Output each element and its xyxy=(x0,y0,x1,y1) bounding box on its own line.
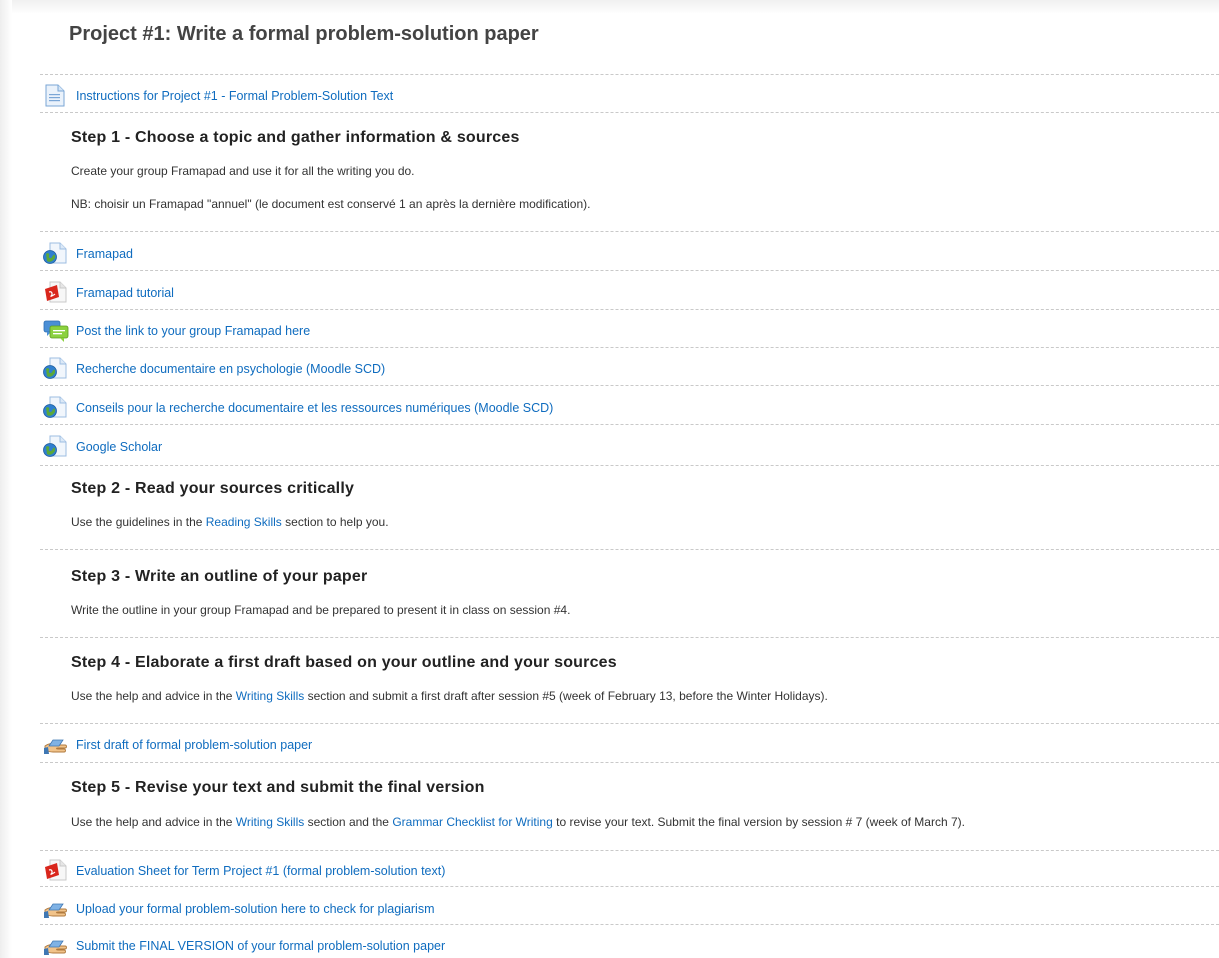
step3-text: Write the outline in your group Framapad… xyxy=(71,603,571,617)
step5-text: Use the help and advice in the Writing S… xyxy=(71,815,965,829)
activity-submit-final[interactable]: Submit the FINAL VERSION of your formal … xyxy=(43,934,445,958)
activity-link-framapad[interactable]: Framapad xyxy=(76,247,133,261)
activity-conseils-recherche[interactable]: Conseils pour la recherche documentaire … xyxy=(43,396,553,420)
divider xyxy=(40,112,1219,113)
divider xyxy=(40,385,1219,386)
writing-skills-link[interactable]: Writing Skills xyxy=(236,689,304,703)
activity-link-submit-final[interactable]: Submit the FINAL VERSION of your formal … xyxy=(76,939,445,953)
activity-post-link-forum[interactable]: Post the link to your group Framapad her… xyxy=(43,319,310,343)
divider xyxy=(40,549,1219,550)
step1-text-2: NB: choisir un Framapad "annuel" (le doc… xyxy=(71,197,591,211)
forum-icon xyxy=(43,319,69,343)
top-shadow xyxy=(0,0,1219,14)
divider xyxy=(40,637,1219,638)
step2-text: Use the guidelines in the Reading Skills… xyxy=(71,515,389,529)
divider xyxy=(40,924,1219,925)
activity-link-evaluation-sheet[interactable]: Evaluation Sheet for Term Project #1 (fo… xyxy=(76,864,445,878)
divider xyxy=(40,270,1219,271)
divider xyxy=(40,886,1219,887)
step4-heading: Step 4 - Elaborate a first draft based o… xyxy=(71,654,617,671)
assignment-icon xyxy=(43,934,69,958)
activity-link-conseils-recherche[interactable]: Conseils pour la recherche documentaire … xyxy=(76,401,553,415)
activity-first-draft[interactable]: First draft of formal problem-solution p… xyxy=(43,733,312,757)
divider xyxy=(40,309,1219,310)
divider xyxy=(40,424,1219,425)
step2-heading: Step 2 - Read your sources critically xyxy=(71,480,355,497)
activity-link-first-draft[interactable]: First draft of formal problem-solution p… xyxy=(76,738,312,752)
url-icon xyxy=(43,357,69,381)
step1-text-1: Create your group Framapad and use it fo… xyxy=(71,164,415,178)
divider xyxy=(40,347,1219,348)
divider xyxy=(40,231,1219,232)
activity-link-recherche-psychologie[interactable]: Recherche documentaire en psychologie (M… xyxy=(76,362,385,376)
activity-framapad[interactable]: Framapad xyxy=(43,242,133,266)
assignment-icon xyxy=(43,733,69,757)
step3-heading: Step 3 - Write an outline of your paper xyxy=(71,568,368,585)
divider xyxy=(40,74,1219,75)
step4-text: Use the help and advice in the Writing S… xyxy=(71,689,828,703)
divider xyxy=(40,465,1219,466)
step1-heading: Step 1 - Choose a topic and gather infor… xyxy=(71,129,520,146)
url-icon xyxy=(43,396,69,420)
course-section-page: Project #1: Write a formal problem-solut… xyxy=(0,0,1219,958)
activity-link-post-link[interactable]: Post the link to your group Framapad her… xyxy=(76,324,310,338)
activity-evaluation-sheet[interactable]: Evaluation Sheet for Term Project #1 (fo… xyxy=(43,859,445,883)
grammar-checklist-link[interactable]: Grammar Checklist for Writing xyxy=(392,815,552,829)
activity-google-scholar[interactable]: Google Scholar xyxy=(43,435,162,459)
pdf-icon xyxy=(43,281,69,305)
activity-link-instructions[interactable]: Instructions for Project #1 - Formal Pro… xyxy=(76,89,393,103)
activity-upload-plagiarism[interactable]: Upload your formal problem-solution here… xyxy=(43,897,435,921)
activity-link-upload-plagiarism[interactable]: Upload your formal problem-solution here… xyxy=(76,902,435,916)
section-title: Project #1: Write a formal problem-solut… xyxy=(69,23,539,45)
divider xyxy=(40,723,1219,724)
divider xyxy=(40,850,1219,851)
page-icon xyxy=(43,84,69,108)
activity-recherche-psychologie[interactable]: Recherche documentaire en psychologie (M… xyxy=(43,357,385,381)
url-icon xyxy=(43,435,69,459)
writing-skills-link-2[interactable]: Writing Skills xyxy=(236,815,304,829)
step5-heading: Step 5 - Revise your text and submit the… xyxy=(71,779,485,796)
pdf-icon xyxy=(43,859,69,883)
activity-link-google-scholar[interactable]: Google Scholar xyxy=(76,440,162,454)
activity-link-framapad-tutorial[interactable]: Framapad tutorial xyxy=(76,286,174,300)
activity-instructions[interactable]: Instructions for Project #1 - Formal Pro… xyxy=(43,84,393,108)
assignment-icon xyxy=(43,897,69,921)
left-shadow xyxy=(0,0,12,958)
url-icon xyxy=(43,242,69,266)
reading-skills-link[interactable]: Reading Skills xyxy=(206,515,282,529)
divider xyxy=(40,762,1219,763)
activity-framapad-tutorial[interactable]: Framapad tutorial xyxy=(43,281,174,305)
